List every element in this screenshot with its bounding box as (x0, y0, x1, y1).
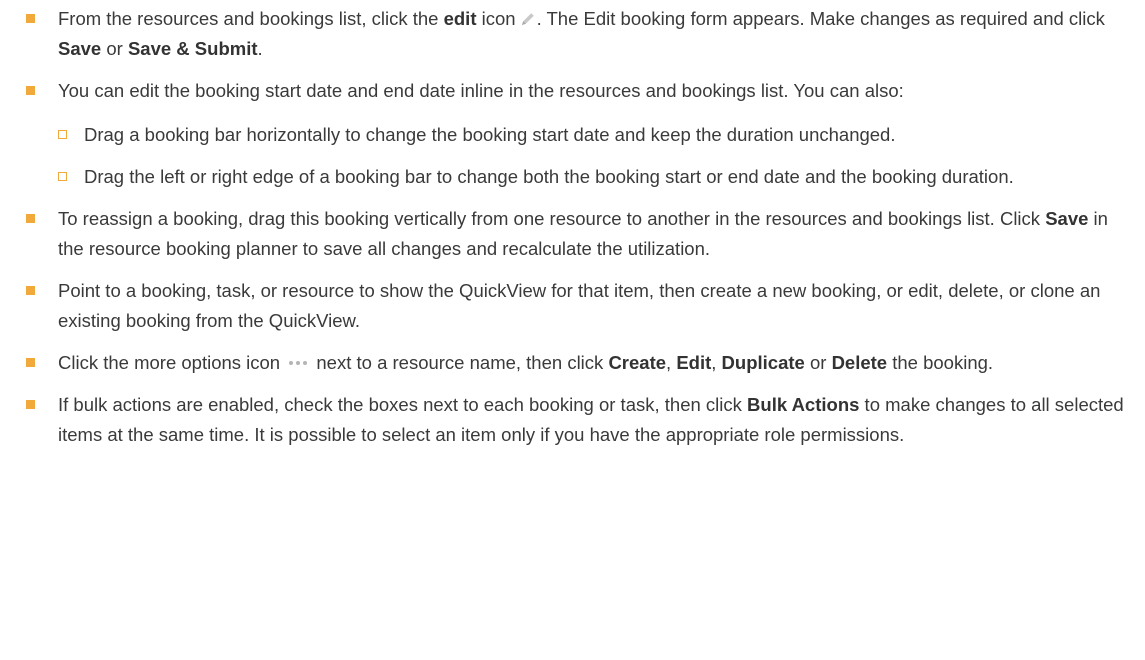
list-item-reassign: To reassign a booking, drag this booking… (0, 204, 1145, 264)
list-item-edit-icon: From the resources and bookings list, cl… (0, 4, 1145, 64)
list-item-bulk-actions: If bulk actions are enabled, check the b… (0, 390, 1145, 450)
square-bullet (26, 86, 35, 95)
item-text: or (101, 38, 128, 59)
save-keyword: Save (58, 38, 102, 59)
document-body: From the resources and bookings list, cl… (0, 0, 1145, 450)
item-text: You can edit the booking start date and … (58, 80, 904, 101)
item-text: or (804, 352, 832, 373)
more-options-icon (289, 361, 308, 365)
item-text: next to a resource name, then click (311, 352, 609, 373)
item-text: . The Edit booking form appears. Make ch… (536, 8, 1105, 29)
item-text: From the resources and bookings list, cl… (58, 8, 444, 29)
square-bullet (26, 286, 35, 295)
item-text: Point to a booking, task, or resource to… (58, 280, 1101, 331)
item-text: , (666, 352, 677, 373)
list-item-more-options: Click the more options icon next to a re… (0, 348, 1145, 378)
item-text: . (257, 38, 263, 59)
duplicate-keyword: Duplicate (721, 352, 805, 373)
square-bullet (26, 400, 35, 409)
item-text: Click the more options icon (58, 352, 286, 373)
item-text: the booking. (887, 352, 994, 373)
sub-list-item: Drag a booking bar horizontally to chang… (58, 120, 1125, 150)
square-bullet (26, 14, 35, 23)
item-text: To reassign a booking, drag this booking… (58, 208, 1046, 229)
create-keyword: Create (608, 352, 667, 373)
hollow-square-bullet (58, 130, 67, 139)
save-keyword: Save (1045, 208, 1089, 229)
delete-keyword: Delete (831, 352, 888, 373)
sub-item-text: Drag the left or right edge of a booking… (84, 166, 1014, 187)
pencil-icon (521, 13, 534, 25)
list-item-inline-edit: You can edit the booking start date and … (0, 76, 1145, 192)
square-bullet (26, 214, 35, 223)
item-text: icon (476, 8, 516, 29)
item-text: , (711, 352, 722, 373)
hollow-square-bullet (58, 172, 67, 181)
list-item-quickview: Point to a booking, task, or resource to… (0, 276, 1145, 336)
sub-list-item: Drag the left or right edge of a booking… (58, 162, 1125, 192)
sub-list: Drag a booking bar horizontally to chang… (58, 120, 1125, 192)
save-submit-keyword: Save & Submit (127, 38, 258, 59)
edit-keyword: Edit (676, 352, 712, 373)
bulk-actions-keyword: Bulk Actions (747, 394, 860, 415)
edit-keyword: edit (443, 8, 477, 29)
item-text: If bulk actions are enabled, check the b… (58, 394, 748, 415)
square-bullet (26, 358, 35, 367)
instruction-list: From the resources and bookings list, cl… (0, 4, 1145, 450)
sub-item-text: Drag a booking bar horizontally to chang… (84, 124, 896, 145)
